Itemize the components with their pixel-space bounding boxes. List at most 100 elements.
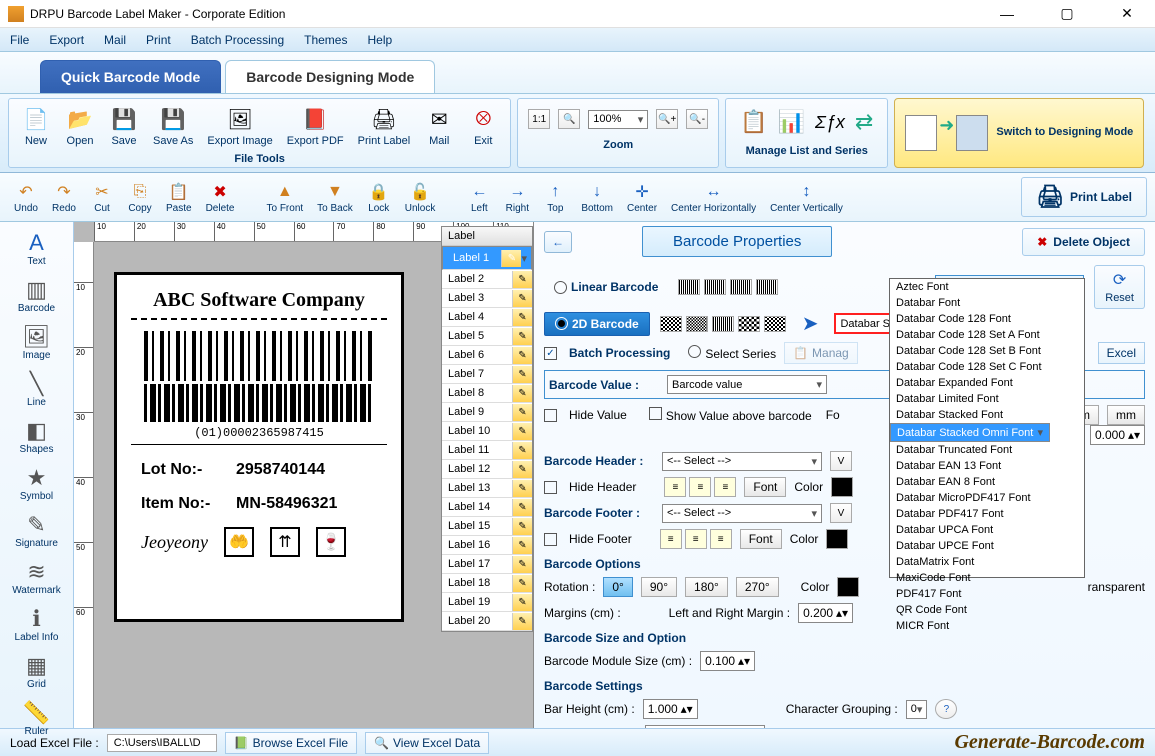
header-color[interactable] — [831, 477, 853, 497]
font-option[interactable]: Databar Code 128 Set C Font — [890, 359, 1084, 375]
view-excel-button[interactable]: 🔍View Excel Data — [365, 732, 489, 754]
barcode-color[interactable] — [837, 577, 859, 597]
edit-icon[interactable]: ✎ — [512, 328, 532, 345]
switch-mode-button[interactable]: ➜ Switch to Designing Mode — [894, 98, 1144, 168]
label-item-4[interactable]: Label 4✎ — [442, 308, 532, 327]
hide-value-checkbox[interactable] — [544, 409, 557, 422]
export-image-button[interactable]: 🖼Export Image — [201, 103, 278, 149]
font-dropdown-list[interactable]: Aztec FontDatabar FontDatabar Code 128 F… — [889, 278, 1085, 578]
tool-symbol[interactable]: ★Symbol — [2, 461, 71, 506]
label-item-14[interactable]: Label 14✎ — [442, 498, 532, 517]
font-option[interactable]: Databar Truncated Font — [890, 442, 1084, 458]
label-item-6[interactable]: Label 6✎ — [442, 346, 532, 365]
edit-icon[interactable]: ✎ — [512, 290, 532, 307]
batch-checkbox[interactable] — [544, 347, 557, 360]
edit-icon[interactable]: ✎ — [512, 404, 532, 421]
tool-signature[interactable]: ✎Signature — [2, 508, 71, 553]
edit-icon[interactable]: ✎ — [512, 613, 532, 630]
font-option[interactable]: Databar PDF417 Font — [890, 506, 1084, 522]
delete-object-button[interactable]: ✖Delete Object — [1022, 228, 1145, 256]
tool-shapes[interactable]: ◧Shapes — [2, 414, 71, 459]
label-item-10[interactable]: Label 10✎ — [442, 422, 532, 441]
font-option[interactable]: Databar UPCA Font — [890, 522, 1084, 538]
font-option[interactable]: PDF417 Font — [890, 586, 1084, 602]
label-canvas[interactable]: ABC Software Company (01)00002365987415 … — [114, 272, 404, 622]
edit-icon[interactable]: ✎ — [512, 518, 532, 535]
tool-text[interactable]: AText — [2, 226, 71, 271]
new-button[interactable]: 📄New — [15, 103, 57, 149]
zoom-in-icon[interactable]: 🔍+ — [656, 109, 678, 129]
bottom-button[interactable]: ↓Bottom — [575, 179, 619, 216]
edit-icon[interactable]: ✎ — [512, 423, 532, 440]
back-button[interactable]: ← — [544, 231, 572, 253]
cut-button[interactable]: ✂Cut — [84, 179, 120, 216]
export-pdf-button[interactable]: 📕Export PDF — [281, 103, 350, 149]
barcode-graphic[interactable]: (01)00002365987415 — [131, 330, 387, 440]
excel-path[interactable]: C:\Users\IBALL\D — [107, 734, 217, 752]
label-item-9[interactable]: Label 9✎ — [442, 403, 532, 422]
font-option[interactable]: Databar Code 128 Font — [890, 311, 1084, 327]
delete-button[interactable]: ✖Delete — [200, 179, 241, 216]
print-label-button-2[interactable]: 🖨Print Label — [1021, 177, 1147, 217]
menu-file[interactable]: File — [10, 33, 29, 47]
rot-180[interactable]: 180° — [685, 577, 728, 597]
saveas-button[interactable]: 💾Save As — [147, 103, 199, 149]
select-series-radio[interactable] — [688, 345, 701, 358]
label-item-11[interactable]: Label 11✎ — [442, 441, 532, 460]
tool-grid[interactable]: ▦Grid — [2, 649, 71, 694]
minimize-button[interactable]: — — [987, 3, 1027, 25]
left-button[interactable]: ←Left — [461, 179, 497, 216]
tool-ruler[interactable]: 📏Ruler — [2, 696, 71, 741]
rot-0[interactable]: 0° — [603, 577, 632, 597]
print-label-button[interactable]: 🖨Print Label — [352, 103, 417, 149]
edit-icon[interactable]: ✎ — [512, 366, 532, 383]
top-button[interactable]: ↑Top — [537, 179, 573, 216]
2d-barcode-radio[interactable]: 2D Barcode — [544, 312, 650, 336]
font-option[interactable]: Databar EAN 13 Font — [890, 458, 1084, 474]
swap-icon[interactable]: ⇄ — [855, 109, 873, 135]
browse-excel-button[interactable]: 📗Browse Excel File — [225, 732, 357, 754]
list-icon[interactable]: 📋 — [740, 109, 767, 135]
undo-button[interactable]: ↶Undo — [8, 179, 44, 216]
char-group[interactable]: 0 — [906, 700, 928, 719]
edit-icon[interactable]: ✎ — [512, 442, 532, 459]
tool-image[interactable]: 🖼Image — [2, 320, 71, 365]
unlock-button[interactable]: 🔓Unlock — [399, 179, 442, 216]
font-option[interactable]: Databar Expanded Font — [890, 375, 1084, 391]
menu-themes[interactable]: Themes — [304, 33, 347, 47]
copy-button[interactable]: ⎘Copy — [122, 179, 158, 216]
edit-icon[interactable]: ✎ — [512, 385, 532, 402]
label-item-19[interactable]: Label 19✎ — [442, 593, 532, 612]
label-item-2[interactable]: Label 2✎ — [442, 270, 532, 289]
zoom-fit-icon[interactable]: 1:1 — [528, 109, 550, 129]
tab-quick-barcode[interactable]: Quick Barcode Mode — [40, 60, 221, 93]
header-v-button[interactable]: V — [830, 451, 852, 471]
mail-button[interactable]: ✉Mail — [418, 103, 460, 149]
center-button[interactable]: ✛Center — [621, 179, 663, 216]
close-button[interactable]: ✕ — [1107, 3, 1147, 25]
reset-button[interactable]: ⟳Reset — [1094, 265, 1145, 309]
show-above-checkbox[interactable] — [649, 407, 662, 420]
lr-margin[interactable]: 0.200▴▾ — [798, 603, 853, 623]
menu-print[interactable]: Print — [146, 33, 171, 47]
font-option[interactable]: Databar UPCE Font — [890, 538, 1084, 554]
footer-font-button[interactable]: Font — [740, 529, 782, 549]
edit-icon[interactable]: ✎ — [501, 250, 521, 267]
font-option[interactable]: Databar Stacked Font — [890, 407, 1084, 423]
hide-footer-checkbox[interactable] — [544, 533, 557, 546]
font-option[interactable]: Aztec Font — [890, 279, 1084, 295]
footer-v-button[interactable]: V — [830, 503, 852, 523]
lock-button[interactable]: 🔒Lock — [361, 179, 397, 216]
centerv-button[interactable]: ↕Center Vertically — [764, 179, 849, 216]
header-select[interactable]: <-- Select --> — [662, 452, 822, 471]
label-item-18[interactable]: Label 18✎ — [442, 574, 532, 593]
open-button[interactable]: 📂Open — [59, 103, 101, 149]
label-item-15[interactable]: Label 15✎ — [442, 517, 532, 536]
menu-help[interactable]: Help — [367, 33, 392, 47]
footer-select[interactable]: <-- Select --> — [662, 504, 822, 523]
font-option[interactable]: Databar EAN 8 Font — [890, 474, 1084, 490]
font-option[interactable]: Databar Limited Font — [890, 391, 1084, 407]
edit-icon[interactable]: ✎ — [512, 309, 532, 326]
zoom-out-icon[interactable]: 🔍- — [686, 109, 708, 129]
centerh-button[interactable]: ↔Center Horizontally — [665, 179, 762, 216]
